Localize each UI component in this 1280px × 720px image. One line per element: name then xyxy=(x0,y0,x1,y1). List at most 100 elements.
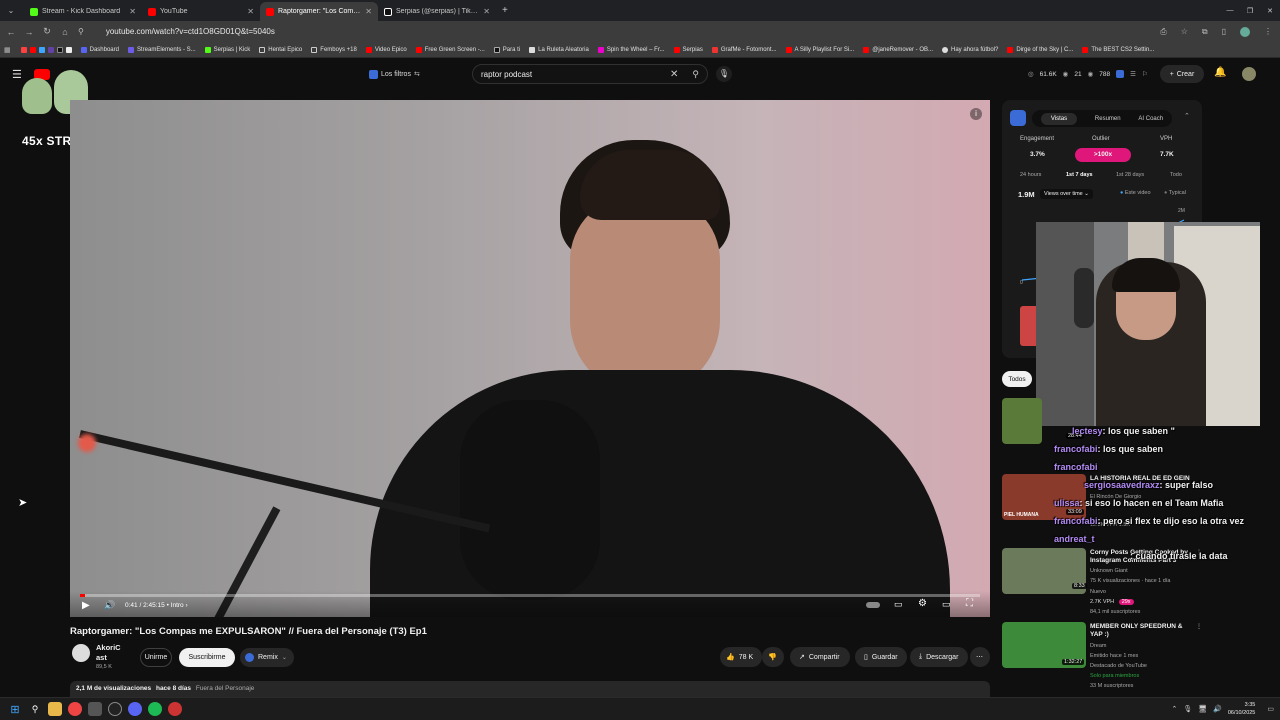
dislike-button[interactable]: 👎 xyxy=(762,647,784,667)
bookmark-item[interactable]: Free Green Screen -... xyxy=(413,46,488,53)
search-icon[interactable]: ⚲ xyxy=(692,69,699,80)
range-7d[interactable]: 1st 7 days xyxy=(1066,172,1093,178)
mic-icon[interactable]: 🎙 xyxy=(1183,705,1192,713)
notification-icon[interactable]: ▭ xyxy=(1267,705,1274,713)
bookmark-item[interactable]: StreamElements - S... xyxy=(125,46,199,53)
home-icon[interactable]: ⌂ xyxy=(60,27,70,37)
autoplay-toggle[interactable] xyxy=(866,602,880,608)
apps-icon[interactable]: ▦ xyxy=(4,46,11,54)
close-icon[interactable]: ✕ xyxy=(247,7,254,16)
filters-button[interactable]: Los filtros ⇆ xyxy=(369,67,420,81)
range-24h[interactable]: 24 hours xyxy=(1020,172,1041,178)
discord-icon[interactable] xyxy=(128,702,142,716)
download-button[interactable]: ⤓ Descargar xyxy=(910,647,968,667)
reload-icon[interactable]: ↻ xyxy=(42,26,52,37)
list-icon[interactable]: ☰ xyxy=(1130,70,1136,78)
voice-search-icon[interactable]: 🎙 xyxy=(716,66,732,82)
search-input[interactable]: raptor podcast xyxy=(481,70,670,79)
collapse-icon[interactable]: ⌃ xyxy=(1184,112,1190,120)
badge-icon[interactable]: ⚐ xyxy=(1142,70,1148,78)
save-button[interactable]: ▯ Guardar xyxy=(855,647,907,667)
playlist-link[interactable]: Fuera del Personaje xyxy=(196,685,255,692)
bookmark-item[interactable]: La Ruleta Aleatoria xyxy=(526,46,592,53)
close-icon[interactable]: ✕ xyxy=(365,7,372,16)
bookmark-item[interactable]: Serpias xyxy=(671,46,706,53)
bookmark-item[interactable]: A Silly Playlist For Si... xyxy=(783,46,858,53)
search-icon[interactable]: ⚲ xyxy=(28,702,42,716)
more-actions-button[interactable]: ⋯ xyxy=(970,647,990,667)
forward-icon[interactable]: → xyxy=(24,27,34,37)
progress-bar[interactable] xyxy=(80,594,980,597)
bookmark-item[interactable]: Hentai Epico xyxy=(256,46,305,53)
tab-ai-coach[interactable]: AI Coach xyxy=(1138,116,1163,122)
spotify-icon[interactable] xyxy=(148,702,162,716)
volume-tray-icon[interactable]: 🔊 xyxy=(1213,705,1222,713)
account-avatar[interactable] xyxy=(1242,67,1256,81)
bookmark-item[interactable]: GrafMe - Fotomont... xyxy=(709,46,780,53)
volume-icon[interactable]: 🔊 xyxy=(104,600,115,611)
chapter-label[interactable]: Intro xyxy=(171,602,184,609)
clock[interactable]: 3:35 06/10/2025 xyxy=(1228,701,1256,717)
create-button[interactable]: + Crear xyxy=(1160,65,1204,83)
tab-vistas[interactable]: Vistas xyxy=(1040,112,1078,125)
vidiq-icon[interactable] xyxy=(1116,70,1125,78)
app-icon[interactable] xyxy=(88,702,102,716)
close-window-icon[interactable]: ✕ xyxy=(1260,7,1280,15)
install-icon[interactable]: ⎙ xyxy=(1160,27,1166,37)
bookmark-item[interactable]: Video Epico xyxy=(363,46,410,53)
chrome-icon[interactable] xyxy=(68,702,82,716)
network-icon[interactable]: 🖥 xyxy=(1198,705,1207,713)
subtitles-icon[interactable]: ▭ xyxy=(894,599,903,610)
bookmark-item[interactable]: Para ti xyxy=(491,46,523,53)
info-icon[interactable]: i xyxy=(970,108,982,120)
metric-select[interactable]: Views over time ⌄ xyxy=(1040,189,1093,199)
join-button[interactable]: Unirme xyxy=(140,648,172,667)
site-info-icon[interactable]: ⚲ xyxy=(78,27,84,36)
app-icon[interactable] xyxy=(168,702,182,716)
notifications-bell-icon[interactable]: 🔔 xyxy=(1214,67,1226,78)
subscribe-button[interactable]: Suscribirme xyxy=(179,648,235,667)
fullscreen-icon[interactable]: ⛶ xyxy=(966,598,973,609)
rec-video-4[interactable]: 1:32:27 MEMBER ONLY SPEEDRUN & YAP :) Dr… xyxy=(1002,622,1202,690)
rec-channel[interactable]: Dream xyxy=(1090,643,1107,649)
theater-mode-icon[interactable]: ▭ xyxy=(942,599,951,610)
tab-tiktok[interactable]: Serpias (@serpias) | TikTok ✕ xyxy=(378,2,496,21)
menu-icon[interactable]: ⋮ xyxy=(1264,27,1272,36)
like-button[interactable]: 👍 78 K xyxy=(720,647,762,667)
maximize-icon[interactable]: ❐ xyxy=(1240,7,1260,15)
bookmark-item[interactable]: Dirge of the Sky | C... xyxy=(1004,46,1076,53)
rec-more-icon[interactable]: ⋮ xyxy=(1196,623,1202,630)
extensions-icon[interactable]: ⧉ xyxy=(1202,27,1208,37)
range-all[interactable]: Todo xyxy=(1170,172,1182,178)
video-player[interactable]: i ▶ 🔊 0:41 / 2:45:15 • Intro › ▭ ⚙ ▭ ⛶ xyxy=(70,100,990,617)
bookmark-item[interactable]: Serpias | Kick xyxy=(202,46,254,53)
bookmark-item[interactable]: @janeRemover - OB... xyxy=(860,46,936,53)
new-tab-icon[interactable]: + xyxy=(502,5,508,16)
star-icon[interactable]: ☆ xyxy=(1181,27,1188,36)
remix-button[interactable]: Remix ⌄ xyxy=(240,648,294,667)
bookmark-item[interactable]: Dashboard xyxy=(78,46,122,53)
profile-avatar-icon[interactable] xyxy=(1240,26,1250,37)
settings-gear-icon[interactable]: ⚙ xyxy=(918,598,927,609)
close-icon[interactable]: ✕ xyxy=(129,7,136,16)
sidepanel-icon[interactable]: ▯ xyxy=(1222,27,1226,36)
tab-search-icon[interactable]: ⌄ xyxy=(4,6,18,15)
tab-raptorgamer[interactable]: Raptorgamer: "Los Compas me✕ xyxy=(260,2,378,21)
tab-youtube[interactable]: YouTube ✕ xyxy=(142,2,260,21)
file-explorer-icon[interactable] xyxy=(48,702,62,716)
bookmark-item[interactable]: The BEST CS2 Settin... xyxy=(1079,46,1157,53)
search-box[interactable]: raptor podcast ✕ ⚲ xyxy=(472,64,708,84)
minimize-icon[interactable]: — xyxy=(1220,7,1240,14)
description-box[interactable]: 2,1 M de visualizaciones hace 8 días Fue… xyxy=(70,681,990,697)
tab-resumen[interactable]: Resumen xyxy=(1095,116,1121,122)
close-icon[interactable]: ✕ xyxy=(483,7,490,16)
windows-start-icon[interactable]: ⊞ xyxy=(8,702,22,716)
bookmark-item[interactable]: Spin the Wheel – Fr... xyxy=(595,46,668,53)
play-icon[interactable]: ▶ xyxy=(82,600,90,611)
url-field[interactable]: youtube.com/watch?v=ctd1O8GD01Q&t=5040s xyxy=(106,27,1152,36)
share-button[interactable]: ↗ Compartir xyxy=(790,647,850,667)
bookmark-item[interactable]: Hay ahora fútbol? xyxy=(939,46,1001,53)
channel-name[interactable]: AkoriC ast xyxy=(96,643,121,663)
obs-icon[interactable] xyxy=(108,702,122,716)
range-28d[interactable]: 1st 28 days xyxy=(1116,172,1144,178)
